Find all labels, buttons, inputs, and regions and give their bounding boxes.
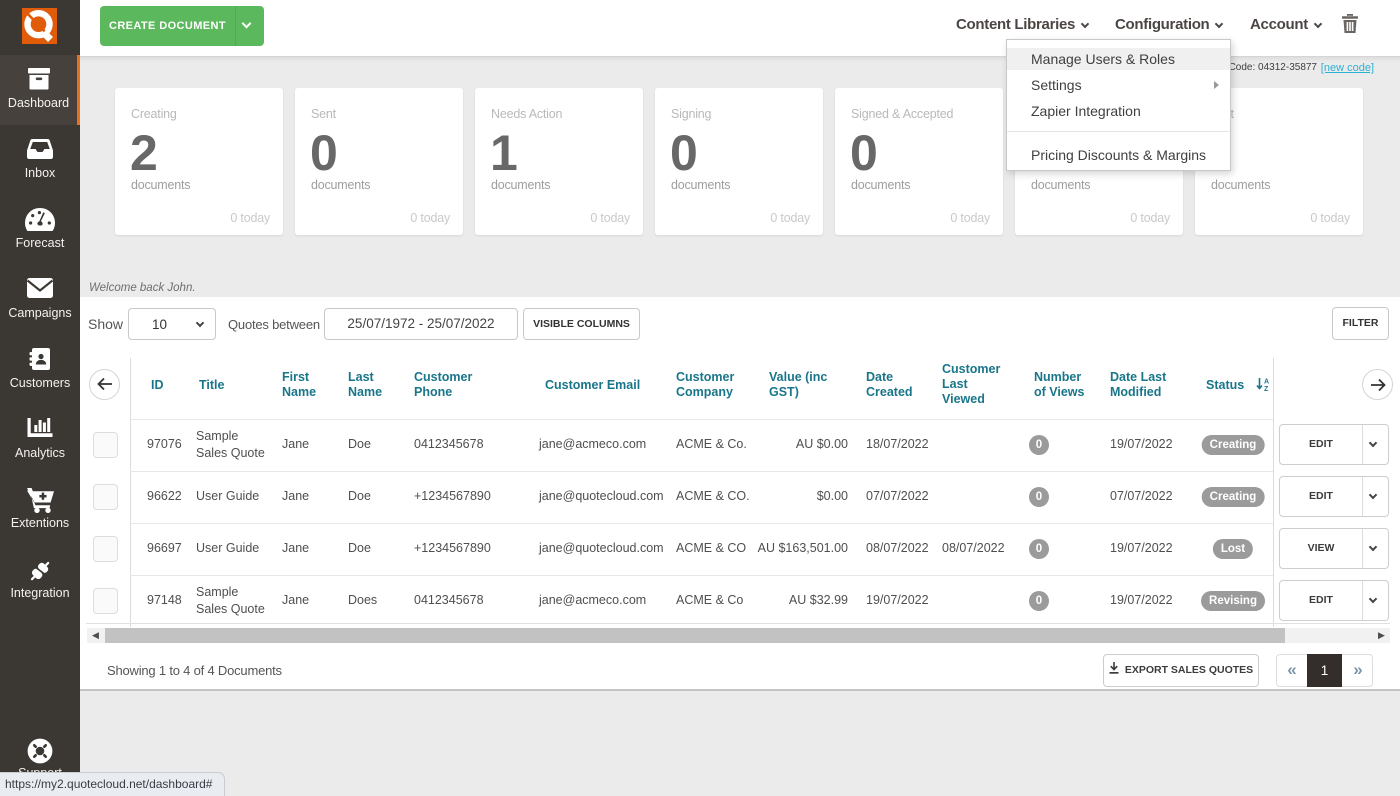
svg-text:A: A [1264,379,1269,386]
svg-text:Z: Z [1264,386,1269,392]
